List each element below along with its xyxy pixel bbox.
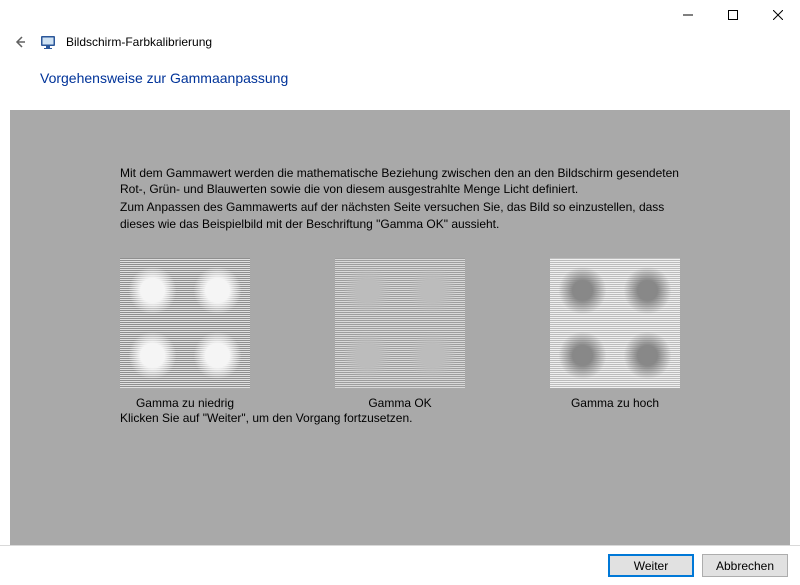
gamma-high-label: Gamma zu hoch (571, 396, 659, 410)
content-area: Mit dem Gammawert werden die mathematisc… (10, 110, 790, 545)
continue-hint: Klicken Sie auf "Weiter", um den Vorgang… (120, 410, 680, 426)
app-title: Bildschirm-Farbkalibrierung (66, 35, 212, 49)
gamma-ok-image (335, 258, 465, 388)
gamma-example-high: Gamma zu hoch (550, 258, 680, 410)
maximize-button[interactable] (710, 0, 755, 30)
window-titlebar (0, 0, 800, 30)
close-button[interactable] (755, 0, 800, 30)
minimize-button[interactable] (665, 0, 710, 30)
cancel-button[interactable]: Abbrechen (702, 554, 788, 577)
display-calibration-icon (40, 34, 56, 50)
gamma-low-label: Gamma zu niedrig (136, 396, 234, 410)
description-paragraph-2: Zum Anpassen des Gammawerts auf der näch… (120, 199, 680, 231)
next-button[interactable]: Weiter (608, 554, 694, 577)
wizard-footer: Weiter Abbrechen (0, 545, 800, 585)
gamma-low-image (120, 258, 250, 388)
page-heading: Vorgehensweise zur Gammaanpassung (0, 60, 800, 104)
gamma-example-ok: Gamma OK (335, 258, 465, 410)
description-paragraph-1: Mit dem Gammawert werden die mathematisc… (120, 165, 680, 197)
wizard-header: Bildschirm-Farbkalibrierung (0, 30, 800, 60)
back-button[interactable] (10, 32, 30, 52)
gamma-examples: Gamma zu niedrig Gamma OK Gamma zu hoch (120, 258, 680, 410)
gamma-ok-label: Gamma OK (368, 396, 431, 410)
gamma-example-low: Gamma zu niedrig (120, 258, 250, 410)
gamma-high-image (550, 258, 680, 388)
